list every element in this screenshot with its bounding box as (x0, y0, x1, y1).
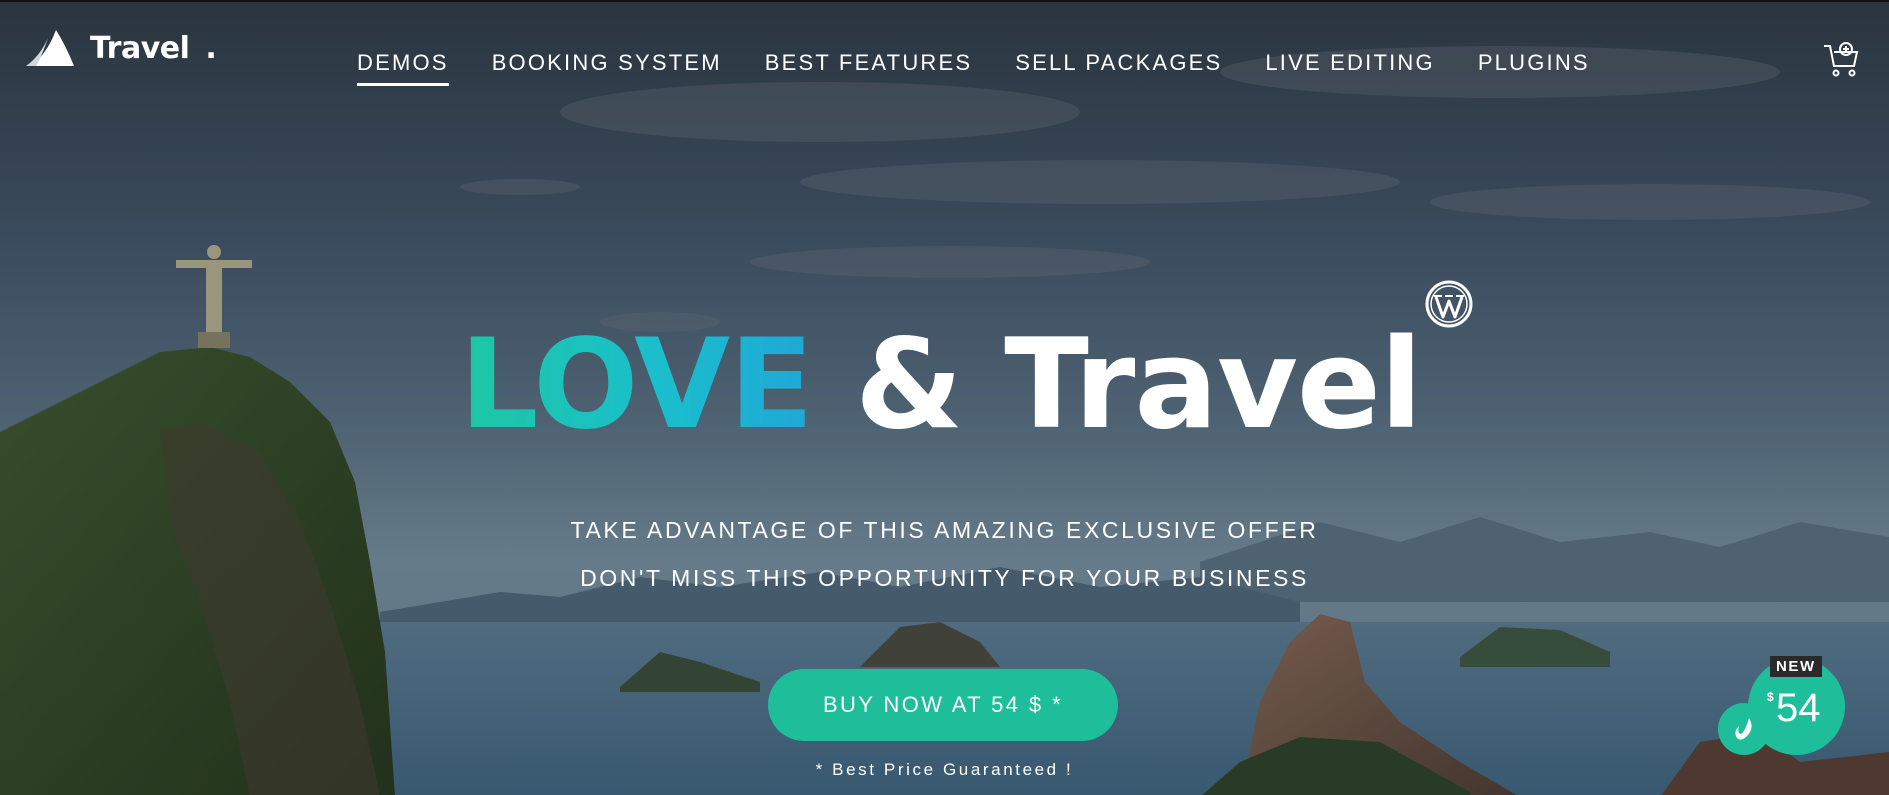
nav-item-plugins[interactable]: PLUGINS (1478, 50, 1590, 86)
envato-badge[interactable] (1718, 703, 1770, 755)
new-tag: NEW (1770, 656, 1822, 677)
nav-item-booking-system[interactable]: BOOKING SYSTEM (492, 50, 722, 86)
best-price-note: * Best Price Guaranteed ! (815, 760, 1074, 779)
main-nav: DEMOS BOOKING SYSTEM BEST FEATURES SELL … (357, 50, 1590, 86)
hero-headline: LOVE & Travel (0, 318, 1889, 452)
price-currency: $ (1767, 690, 1774, 704)
hero-tagline-2: DON'T MISS THIS OPPORTUNITY FOR YOUR BUS… (580, 565, 1309, 591)
nav-item-best-features[interactable]: BEST FEATURES (765, 50, 973, 86)
hero-tagline-1: TAKE ADVANTAGE OF THIS AMAZING EXCLUSIVE… (570, 517, 1319, 543)
cart-icon[interactable] (1822, 40, 1860, 78)
nav-item-live-editing[interactable]: LIVE EDITING (1265, 50, 1434, 86)
buy-now-button[interactable]: BUY NOW AT 54 $ * (768, 669, 1118, 741)
brand-dot: . (205, 30, 217, 66)
headline-accent: LOVE (459, 313, 813, 457)
nav-item-demos[interactable]: DEMOS (357, 50, 449, 86)
price-amount: 54 (1776, 686, 1821, 730)
sail-logo-icon (26, 30, 74, 66)
brand-logo[interactable]: Travel . (26, 26, 217, 70)
envato-leaf-icon (1735, 718, 1752, 740)
headline-rest: & Travel (812, 313, 1423, 457)
brand-name: Travel (90, 30, 190, 66)
nav-item-sell-packages[interactable]: SELL PACKAGES (1015, 50, 1222, 86)
